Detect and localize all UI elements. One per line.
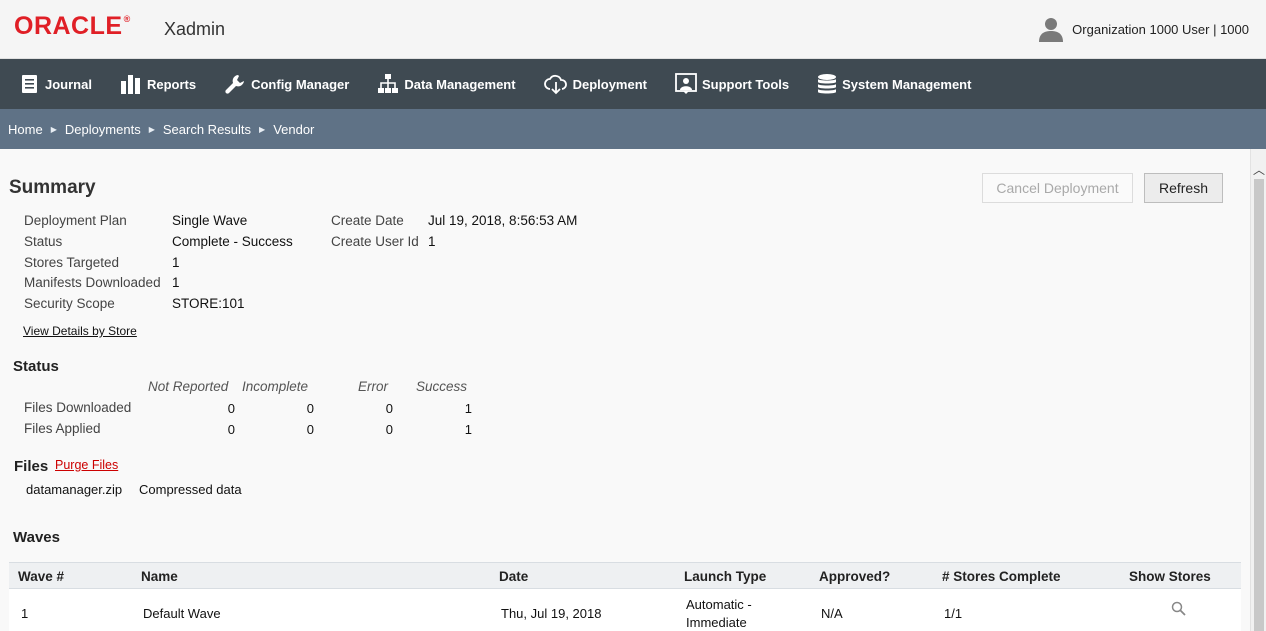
user-menu[interactable]: Organization 1000 User | 1000: [1038, 16, 1249, 42]
nav-journal[interactable]: Journal: [20, 74, 92, 94]
breadcrumb: Home ▶ Deployments ▶ Search Results ▶ Ve…: [0, 109, 1266, 149]
support-icon: [675, 73, 697, 94]
col-wave-number[interactable]: Wave #: [18, 569, 64, 584]
scrollbar[interactable]: ︿: [1250, 149, 1266, 631]
status-header-not-reported: Not Reported: [148, 379, 229, 394]
files-downloaded-error: 0: [385, 401, 393, 416]
files-downloaded-label: Files Downloaded: [24, 400, 132, 415]
breadcrumb-current: Vendor: [273, 121, 315, 137]
scrollbar-thumb[interactable]: [1254, 179, 1264, 631]
summary-title: Summary: [9, 177, 96, 198]
scroll-up-icon[interactable]: ︿: [1253, 161, 1265, 178]
file-description: Compressed data: [139, 482, 242, 497]
oracle-logo[interactable]: ORACLE®: [14, 12, 131, 41]
nav-reports[interactable]: Reports: [120, 74, 196, 94]
logo-text: ORACLE: [14, 12, 123, 40]
nav-data-management-label: Data Management: [404, 76, 516, 92]
database-icon: [818, 74, 837, 94]
files-downloaded-success: 1: [464, 401, 472, 416]
files-applied-label: Files Applied: [24, 421, 101, 436]
files-downloaded-incomplete: 0: [306, 401, 314, 416]
nav-data-management[interactable]: Data Management: [377, 73, 516, 95]
files-applied-error: 0: [385, 422, 393, 437]
security-scope-label: Security Scope: [24, 296, 115, 311]
col-approved[interactable]: Approved?: [819, 569, 890, 584]
security-scope-value: STORE:101: [172, 296, 245, 311]
search-icon[interactable]: [1171, 601, 1187, 617]
main-content: Summary Cancel Deployment Refresh Deploy…: [0, 149, 1250, 631]
col-stores-complete[interactable]: # Stores Complete: [942, 569, 1061, 584]
reports-icon: [120, 75, 140, 94]
breadcrumb-separator-icon: ▶: [148, 124, 155, 134]
stores-targeted-value: 1: [172, 255, 180, 270]
user-icon: [1039, 18, 1064, 42]
app-name: Xadmin: [164, 19, 226, 39]
status-header-incomplete: Incomplete: [242, 379, 309, 394]
app-header: ORACLE® Xadmin Organization 1000 User | …: [0, 0, 1266, 59]
status-header-error: Error: [358, 379, 388, 394]
manifests-downloaded-label: Manifests Downloaded: [24, 275, 161, 290]
journal-icon: [22, 75, 37, 93]
nav-journal-label: Journal: [45, 76, 92, 92]
status-label: Status: [24, 234, 63, 249]
wave-number: 1: [21, 606, 29, 621]
file-name: datamanager.zip: [26, 482, 123, 497]
table-row[interactable]: 1 Default Wave Thu, Jul 19, 2018 Automat…: [9, 589, 1241, 631]
hierarchy-icon: [378, 74, 399, 93]
nav-system-management[interactable]: System Management: [817, 73, 971, 95]
wave-stores-complete: 1/1: [944, 606, 963, 621]
breadcrumb-deployments[interactable]: Deployments: [65, 122, 141, 137]
status-header-success: Success: [416, 379, 468, 394]
files-applied-not-reported: 0: [227, 422, 235, 437]
breadcrumb-separator-icon: ▶: [50, 124, 57, 134]
wrench-icon: [225, 75, 245, 94]
nav-config-manager-label: Config Manager: [251, 76, 350, 92]
create-user-label: Create User Id: [331, 234, 419, 249]
status-section-title: Status: [13, 358, 59, 375]
files-downloaded-not-reported: 0: [227, 401, 235, 416]
breadcrumb-home[interactable]: Home: [8, 122, 43, 137]
nav-reports-label: Reports: [146, 76, 197, 92]
purge-files-link[interactable]: Purge Files: [55, 458, 118, 472]
files-section-title: Files: [14, 458, 49, 475]
wave-launch-type-line1: Automatic -: [686, 597, 752, 612]
waves-table: Wave # Name Date Launch Type Approved? #…: [9, 562, 1241, 631]
deployment-plan-value: Single Wave: [172, 213, 248, 228]
wave-launch-type-line2: Immediate: [686, 615, 747, 630]
nav-support-tools[interactable]: Support Tools: [675, 73, 789, 95]
nav-config-manager[interactable]: Config Manager: [224, 73, 349, 95]
deployment-plan-label: Deployment Plan: [24, 213, 127, 228]
wave-date: Thu, Jul 19, 2018: [501, 606, 602, 621]
breadcrumb-search-results[interactable]: Search Results: [163, 122, 251, 137]
cloud-download-icon: [543, 74, 567, 95]
nav-system-management-label: System Management: [842, 76, 972, 92]
cancel-deployment-button[interactable]: Cancel Deployment: [982, 173, 1133, 203]
wave-approved: N/A: [821, 606, 843, 621]
view-details-by-store-link[interactable]: View Details by Store: [23, 324, 137, 338]
nav-deployment[interactable]: Deployment: [543, 73, 647, 95]
nav-support-tools-label: Support Tools: [701, 76, 790, 92]
waves-section-title: Waves: [13, 529, 60, 546]
create-user-value: 1: [428, 234, 436, 249]
refresh-button[interactable]: Refresh: [1144, 173, 1223, 203]
col-show-stores: Show Stores: [1129, 569, 1211, 584]
create-date-value: Jul 19, 2018, 8:56:53 AM: [428, 213, 578, 228]
wave-name: Default Wave: [143, 606, 221, 621]
files-applied-success: 1: [464, 422, 472, 437]
create-date-label: Create Date: [331, 213, 404, 228]
waves-table-header: Wave # Name Date Launch Type Approved? #…: [9, 562, 1241, 589]
nav-deployment-label: Deployment: [572, 76, 647, 92]
col-name[interactable]: Name: [141, 569, 178, 584]
breadcrumb-separator-icon: ▶: [259, 124, 266, 134]
col-launch-type[interactable]: Launch Type: [684, 569, 766, 584]
user-label: Organization 1000 User | 1000: [1072, 21, 1249, 37]
manifests-downloaded-value: 1: [172, 275, 180, 290]
status-value: Complete - Success: [172, 234, 293, 249]
stores-targeted-label: Stores Targeted: [24, 255, 120, 270]
main-nav: Journal Reports Config Manager Data Mana…: [0, 59, 1266, 109]
files-applied-incomplete: 0: [306, 422, 314, 437]
col-date[interactable]: Date: [499, 569, 528, 584]
